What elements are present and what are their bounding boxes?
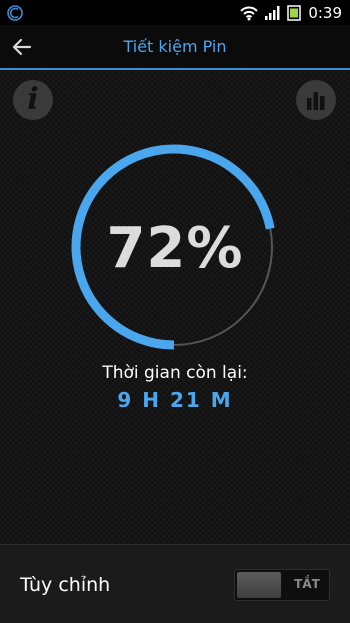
bottom-bar: Tùy chỉnh TẮT bbox=[0, 544, 350, 623]
custom-mode-toggle[interactable]: TẮT bbox=[234, 569, 330, 601]
app-bar: Tiết kiệm Pin bbox=[0, 25, 350, 70]
app-notification-icon bbox=[7, 4, 23, 21]
battery-icon bbox=[287, 4, 302, 21]
status-bar: 0:39 bbox=[0, 0, 350, 25]
signal-icon bbox=[265, 5, 280, 20]
custom-mode-label: Tùy chỉnh bbox=[20, 574, 111, 596]
back-arrow-icon[interactable] bbox=[10, 35, 34, 59]
page-title: Tiết kiệm Pin bbox=[123, 37, 227, 56]
wifi-icon bbox=[240, 6, 259, 20]
remaining-time-value: 9 H 21 M bbox=[117, 388, 233, 412]
stats-button[interactable] bbox=[296, 80, 336, 120]
battery-percent: 72% bbox=[106, 216, 244, 281]
toggle-state-label: TẮT bbox=[294, 577, 320, 591]
status-time: 0:39 bbox=[308, 3, 342, 22]
toggle-thumb bbox=[237, 572, 281, 598]
bar-chart-icon bbox=[307, 92, 325, 110]
info-button[interactable]: i bbox=[13, 80, 53, 120]
info-icon: i bbox=[27, 82, 39, 117]
remaining-time-label: Thời gian còn lại: bbox=[102, 363, 248, 383]
